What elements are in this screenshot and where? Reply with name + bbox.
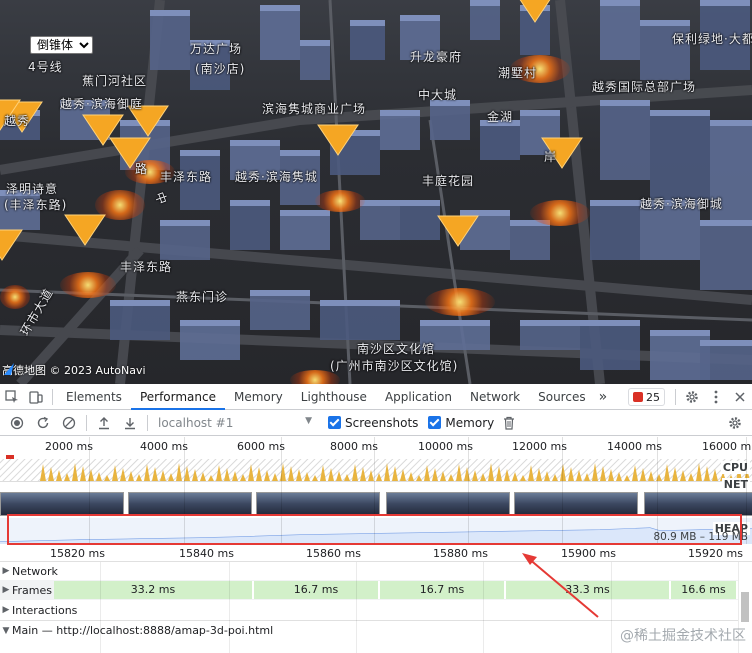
watermark: @稀土掘金技术社区	[620, 628, 746, 644]
annotation-arrow	[522, 553, 599, 618]
